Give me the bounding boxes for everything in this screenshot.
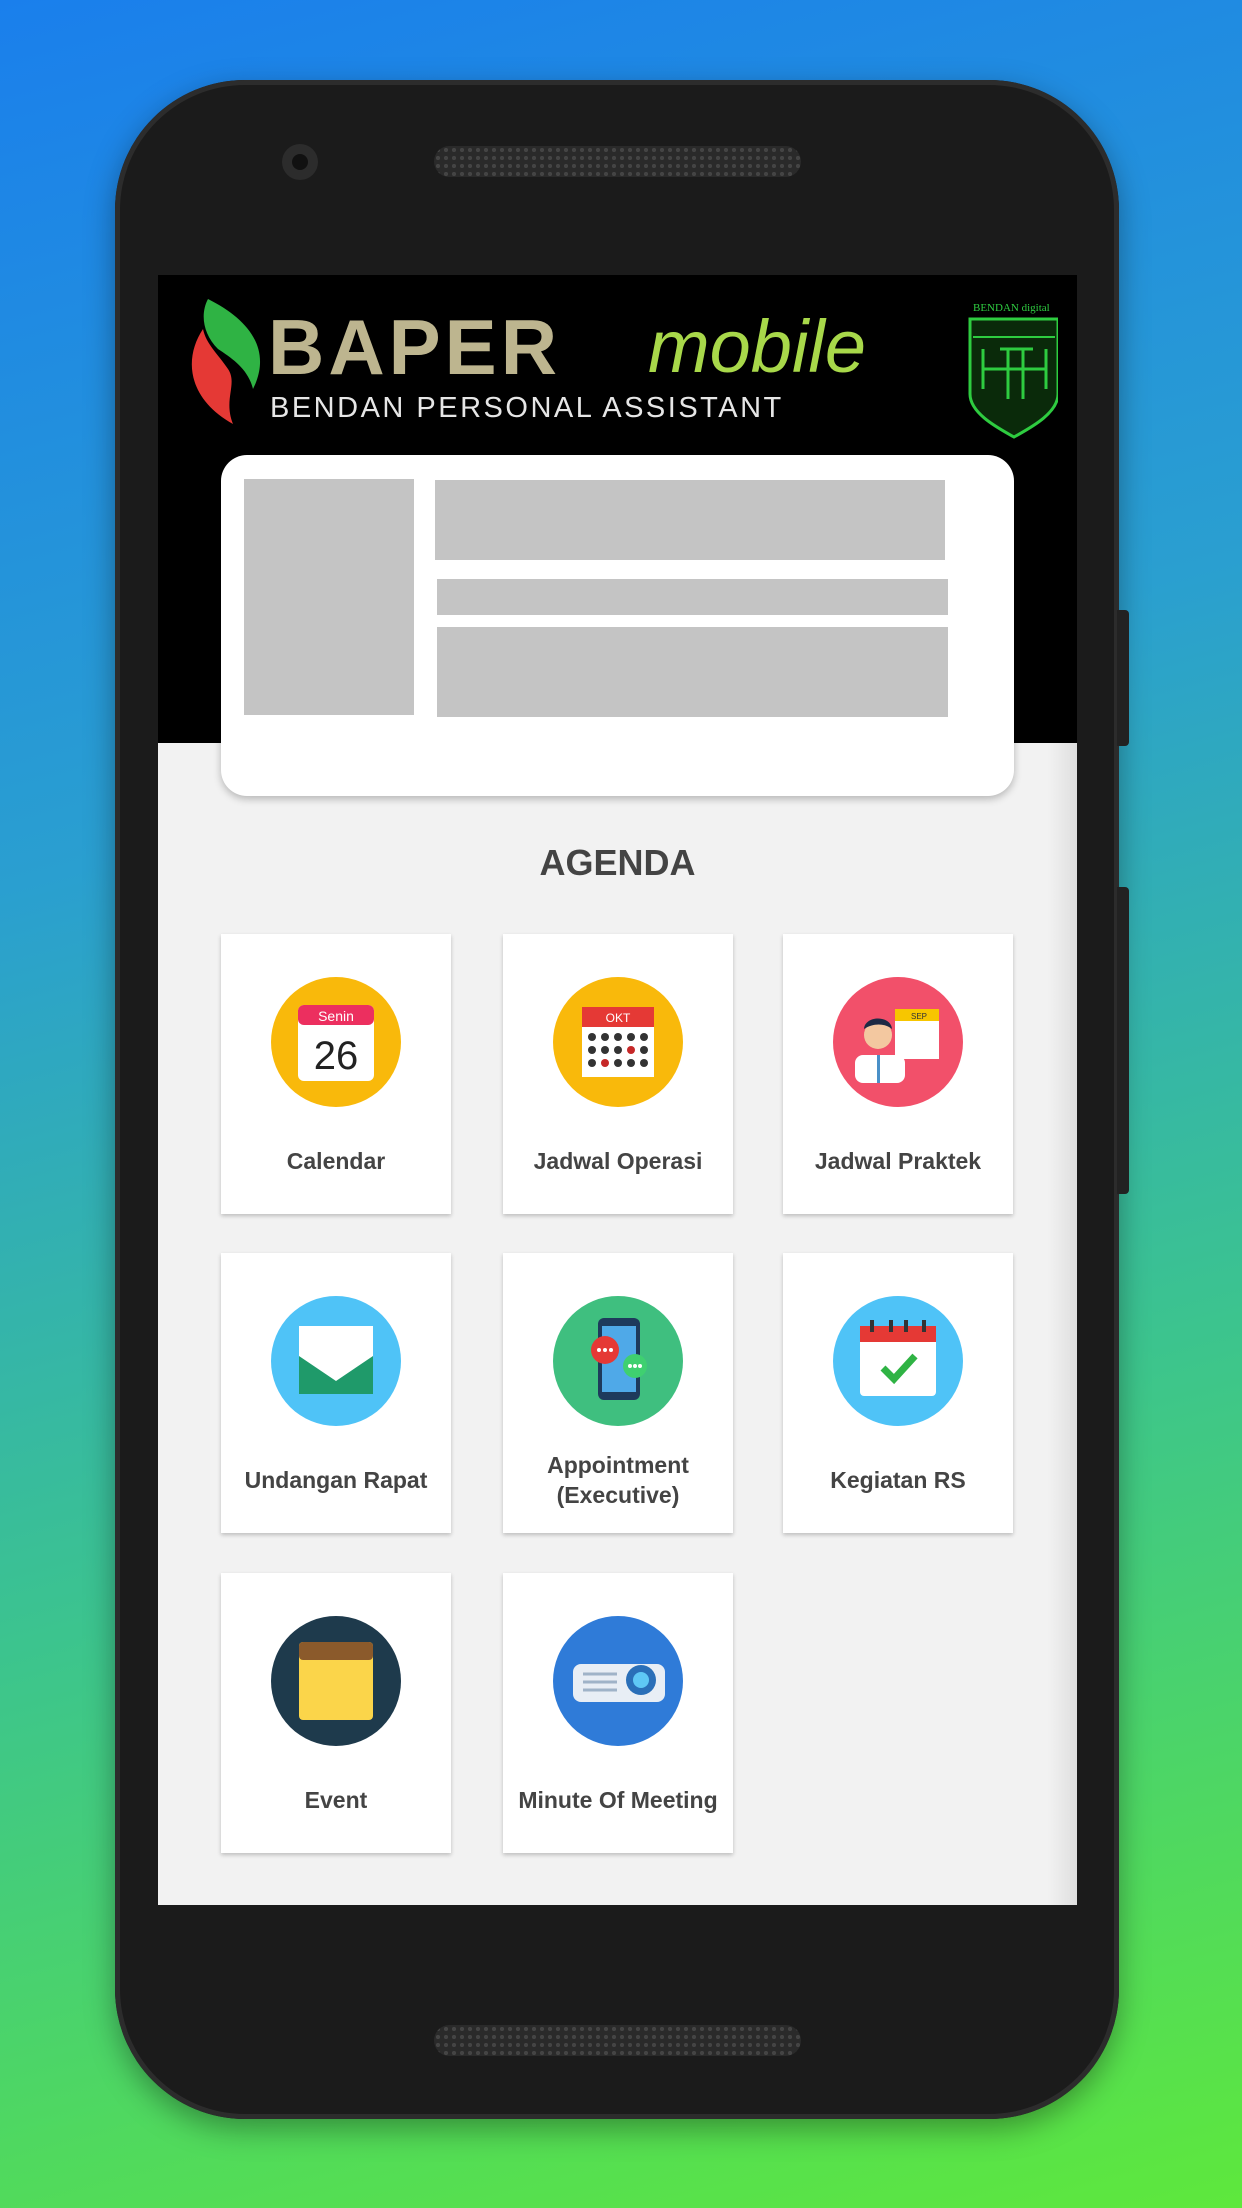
section-title: AGENDA [539,842,696,883]
projector-icon [553,1616,683,1746]
menu-label: Kegiatan RS [830,1467,966,1493]
envelope-icon [271,1296,401,1426]
menu-appointment-executive[interactable]: Appointment (Executive) [503,1253,733,1533]
svg-text:26: 26 [314,1034,359,1078]
menu-undangan-rapat[interactable]: Undangan Rapat [221,1253,451,1533]
baper-mobile-logo: BAPER mobile BENDAN PERSONAL ASSISTANT B… [191,299,1058,439]
svg-text:BENDAN digital: BENDAN digital [973,302,1050,314]
menu-label: Jadwal Operasi [533,1148,703,1174]
menu-label: Appointment (Executive) [547,1452,689,1508]
menu-minute-of-meeting[interactable]: Minute Of Meeting [503,1573,733,1853]
menu-kegiatan-rs[interactable]: Kegiatan RS [783,1253,1013,1533]
calendar-check-icon [833,1296,963,1426]
front-camera [282,144,318,180]
calendar-icon: Senin 26 [271,977,401,1107]
app-screen: BAPER mobile BENDAN PERSONAL ASSISTANT B… [158,275,1077,1905]
notepad-icon [271,1616,401,1746]
bottom-speaker [434,2025,801,2056]
tagline: BENDAN PERSONAL ASSISTANT [270,392,784,424]
scroll-edge-shadow [1047,743,1077,1905]
earpiece-speaker [434,146,801,177]
menu-calendar[interactable]: Senin 26 Calendar [221,934,451,1214]
menu-label: Event [304,1787,368,1813]
logo-text-secondary: mobile [648,305,866,388]
menu-jadwal-operasi[interactable]: OKT Jadwal Operasi [503,934,733,1214]
profile-info-placeholder [437,627,948,717]
phone-chat-icon [553,1296,683,1426]
menu-label: Minute Of Meeting [518,1787,718,1813]
doctor-schedule-icon: SEP [833,977,963,1107]
profile-photo-placeholder [244,479,414,715]
profile-detail-placeholder [437,579,948,615]
schedule-grid-icon: OKT [553,977,683,1107]
svg-text:SEP: SEP [911,1012,927,1021]
profile-name-placeholder [435,480,945,560]
volume-button [1117,887,1129,1194]
menu-label: Jadwal Praktek [814,1148,982,1174]
profile-card[interactable] [221,455,1014,796]
svg-text:Senin: Senin [318,1008,354,1024]
menu-label: Calendar [286,1148,386,1174]
logo-text: BAPER [268,303,561,391]
svg-text:OKT: OKT [606,1011,631,1025]
menu-label: Undangan Rapat [244,1467,428,1493]
menu-event[interactable]: Event [221,1573,451,1853]
power-button [1117,610,1129,746]
menu-jadwal-praktek[interactable]: SEP Jadwal Praktek [783,934,1013,1214]
hospital-emblem: BENDAN digital [968,302,1058,439]
